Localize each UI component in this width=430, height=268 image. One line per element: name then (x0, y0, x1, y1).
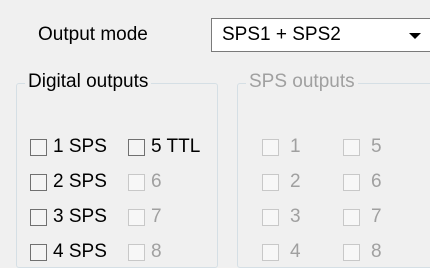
checkbox-digital-7 (128, 209, 145, 226)
output-mode-label: Output mode (38, 24, 148, 45)
digital-outputs-title: Digital outputs (25, 71, 152, 93)
sps-outputs-title: SPS outputs (246, 71, 358, 93)
checkbox-sps-4-label: 4 (290, 241, 301, 262)
checkbox-digital-8 (128, 244, 145, 261)
checkbox-sps-2 (262, 174, 279, 191)
checkbox-1-sps-label: 1 SPS (53, 136, 107, 157)
checkbox-digital-6-label: 6 (151, 171, 162, 192)
checkbox-sps-7-label: 7 (371, 206, 382, 227)
checkbox-2-sps-label: 2 SPS (53, 171, 107, 192)
checkbox-sps-1 (262, 139, 279, 156)
checkbox-2-sps[interactable] (30, 174, 47, 191)
checkbox-3-sps[interactable] (30, 209, 47, 226)
output-mode-dropdown[interactable]: SPS1 + SPS2 (211, 18, 430, 52)
chevron-down-icon[interactable] (409, 33, 421, 39)
checkbox-5-ttl-label: 5 TTL (151, 136, 201, 157)
checkbox-sps-7 (343, 209, 360, 226)
checkbox-sps-5-label: 5 (371, 136, 382, 157)
checkbox-4-sps-label: 4 SPS (53, 241, 107, 262)
checkbox-sps-8-label: 8 (371, 241, 382, 262)
checkbox-sps-2-label: 2 (290, 171, 301, 192)
checkbox-1-sps[interactable] (30, 139, 47, 156)
checkbox-4-sps[interactable] (30, 244, 47, 261)
checkbox-sps-3 (262, 209, 279, 226)
checkbox-3-sps-label: 3 SPS (53, 206, 107, 227)
checkbox-digital-7-label: 7 (151, 206, 162, 227)
checkbox-sps-8 (343, 244, 360, 261)
checkbox-sps-1-label: 1 (290, 136, 301, 157)
checkbox-digital-8-label: 8 (151, 241, 162, 262)
checkbox-digital-6 (128, 174, 145, 191)
checkbox-sps-3-label: 3 (290, 206, 301, 227)
checkbox-sps-4 (262, 244, 279, 261)
checkbox-5-ttl[interactable] (128, 139, 145, 156)
output-mode-value: SPS1 + SPS2 (222, 24, 341, 45)
checkbox-sps-5 (343, 139, 360, 156)
checkbox-sps-6 (343, 174, 360, 191)
checkbox-sps-6-label: 6 (371, 171, 382, 192)
